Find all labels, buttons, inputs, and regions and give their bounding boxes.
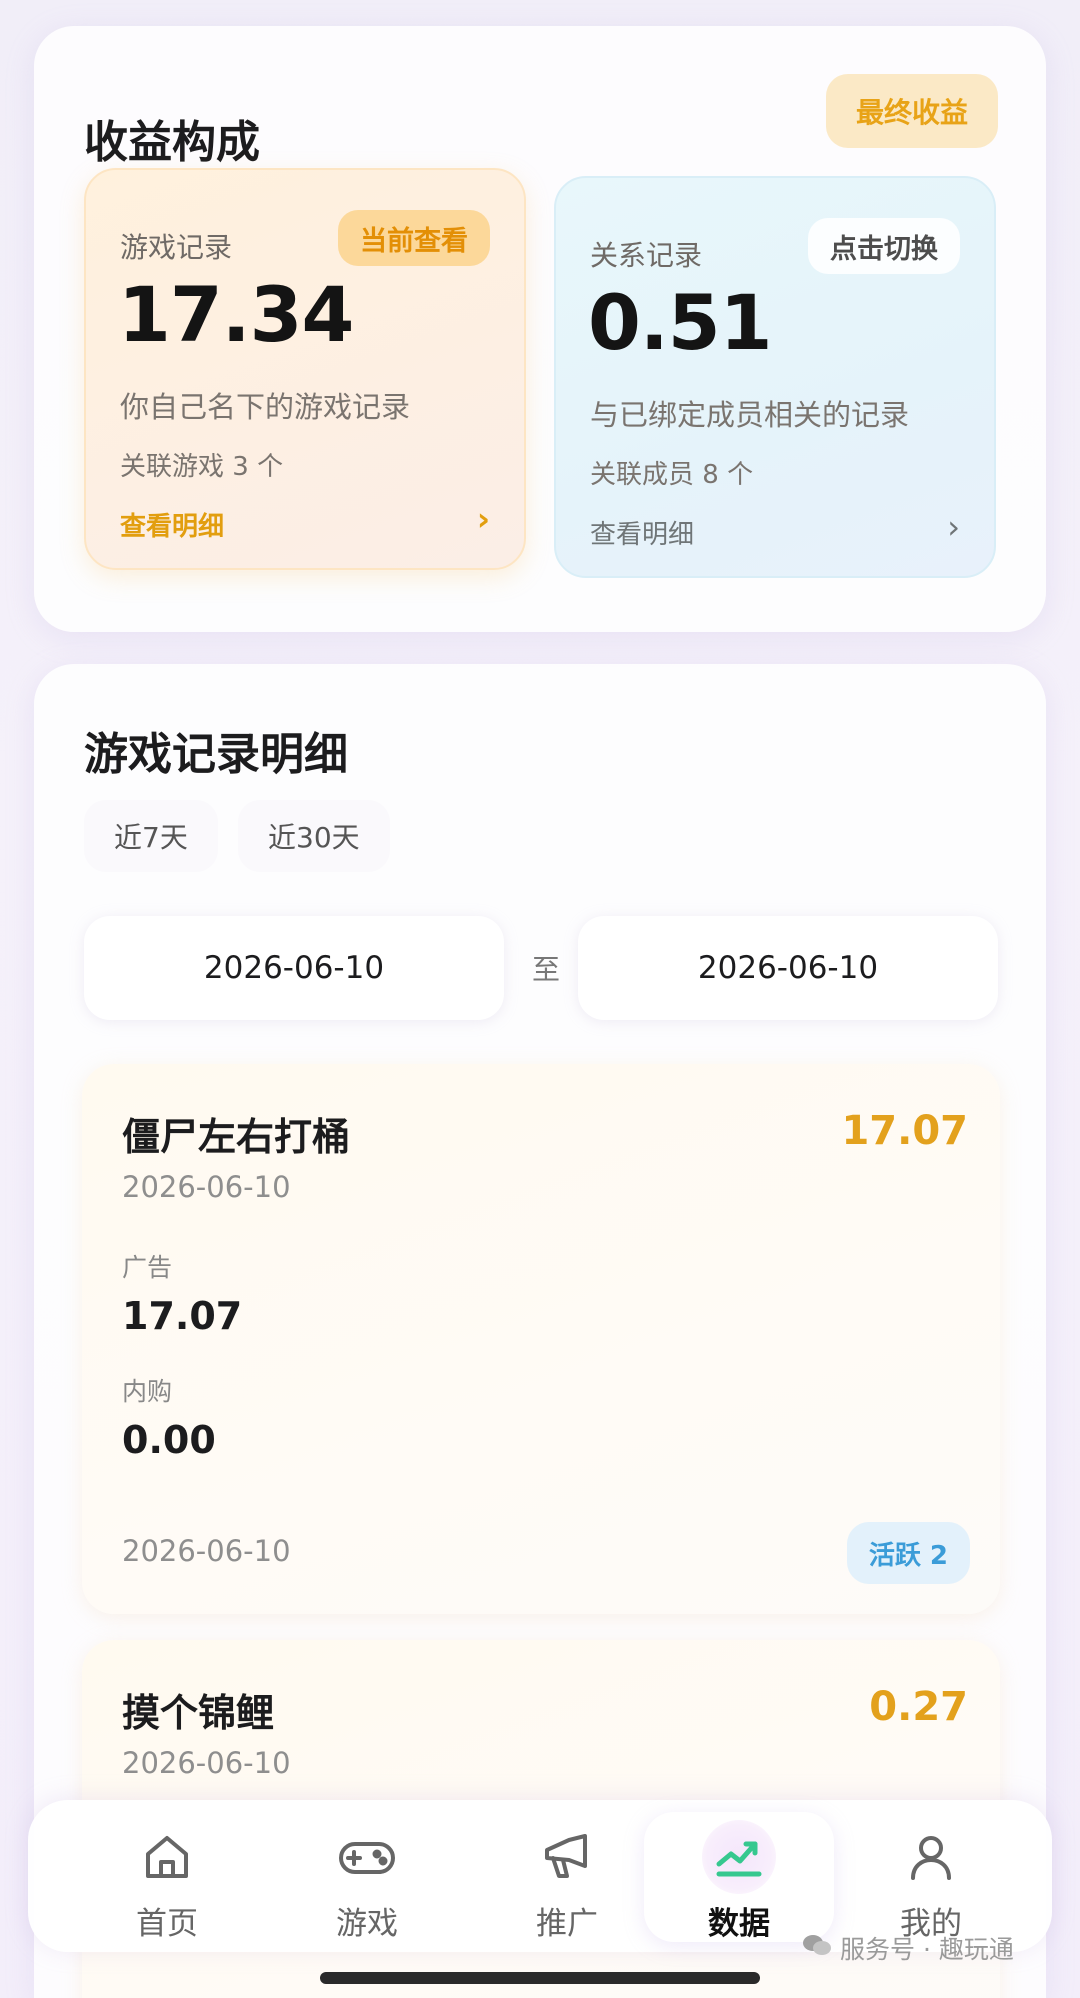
- nav-label: 数据: [708, 1906, 770, 1942]
- game-record-label: 游戏记录: [120, 231, 233, 264]
- chevron-right-icon[interactable]: ›: [477, 500, 490, 538]
- record-date: 2026-06-10: [122, 1170, 291, 1204]
- active-count-badge: 活跃 2: [846, 1522, 970, 1584]
- ad-value: 17.07: [122, 1294, 243, 1338]
- user-icon: [904, 1828, 958, 1886]
- relation-record-desc: 与已绑定成员相关的记录: [590, 398, 910, 432]
- home-icon: [140, 1828, 194, 1886]
- tab-last-7-days[interactable]: 近7天: [84, 800, 218, 872]
- nav-home[interactable]: 首页: [72, 1800, 262, 1952]
- nav-games[interactable]: 游戏: [272, 1800, 462, 1952]
- relation-record-count: 关联成员 8 个: [590, 460, 754, 490]
- detail-title: 游戏记录明细: [84, 729, 348, 780]
- game-record-card[interactable]: 游戏记录 当前查看 17.34 你自己名下的游戏记录 关联游戏 3 个 查看明细…: [84, 168, 526, 570]
- ad-label: 广告: [122, 1253, 173, 1282]
- game-record-desc: 你自己名下的游戏记录: [120, 390, 411, 424]
- nav-label: 首页: [136, 1906, 198, 1942]
- game-record-detail-card: 游戏记录明细 近7天 近30天 2026-06-10 至 2026-06-10 …: [34, 664, 1046, 1998]
- game-amount: 0.27: [869, 1684, 968, 1730]
- wechat-icon: [802, 1933, 832, 1963]
- watermark-text: 服务号 · 趣玩通: [840, 1935, 1014, 1964]
- tab-last-30-days[interactable]: 近30天: [238, 800, 390, 872]
- date-range-separator: 至: [531, 953, 560, 986]
- relation-record-value: 0.51: [588, 278, 773, 367]
- list-item[interactable]: 僵尸左右打桶 17.07 2026-06-10 广告 17.07 内购 0.00…: [82, 1064, 1000, 1614]
- relation-record-card[interactable]: 关系记录 点击切换 0.51 与已绑定成员相关的记录 关联成员 8 个 查看明细…: [554, 176, 996, 578]
- nav-label: 推广: [536, 1906, 598, 1942]
- end-date-picker[interactable]: 2026-06-10: [578, 916, 998, 1020]
- final-earnings-button[interactable]: 最终收益: [826, 74, 998, 148]
- relation-view-detail-link[interactable]: 查看明细: [590, 514, 694, 551]
- gamepad-icon: [337, 1828, 397, 1886]
- game-record-count: 关联游戏 3 个: [120, 452, 284, 482]
- iap-value: 0.00: [122, 1418, 216, 1462]
- switch-button[interactable]: 点击切换: [808, 218, 960, 274]
- summary-title: 收益构成: [84, 117, 260, 168]
- earnings-summary-card: 收益构成 最终收益 游戏记录 当前查看 17.34 你自己名下的游戏记录 关联游…: [34, 26, 1046, 632]
- trend-chart-icon: [702, 1820, 776, 1894]
- home-indicator[interactable]: [320, 1972, 760, 1984]
- game-amount: 17.07: [841, 1108, 968, 1154]
- record-date: 2026-06-10: [122, 1746, 291, 1780]
- relation-record-label: 关系记录: [590, 239, 703, 272]
- game-record-value: 17.34: [118, 270, 354, 359]
- game-view-detail-link[interactable]: 查看明细: [120, 506, 224, 543]
- current-view-badge: 当前查看: [338, 210, 490, 266]
- watermark: 服务号 · 趣玩通: [802, 1930, 1014, 1966]
- chevron-right-icon[interactable]: ›: [947, 508, 960, 546]
- record-footer-date: 2026-06-10: [122, 1534, 291, 1568]
- megaphone-icon: [539, 1828, 595, 1886]
- start-date-picker[interactable]: 2026-06-10: [84, 916, 504, 1020]
- nav-promotion[interactable]: 推广: [472, 1800, 662, 1952]
- nav-label: 游戏: [336, 1906, 398, 1942]
- iap-label: 内购: [122, 1377, 173, 1406]
- game-name: 僵尸左右打桶: [122, 1115, 351, 1159]
- game-name: 摸个锦鲤: [122, 1691, 275, 1735]
